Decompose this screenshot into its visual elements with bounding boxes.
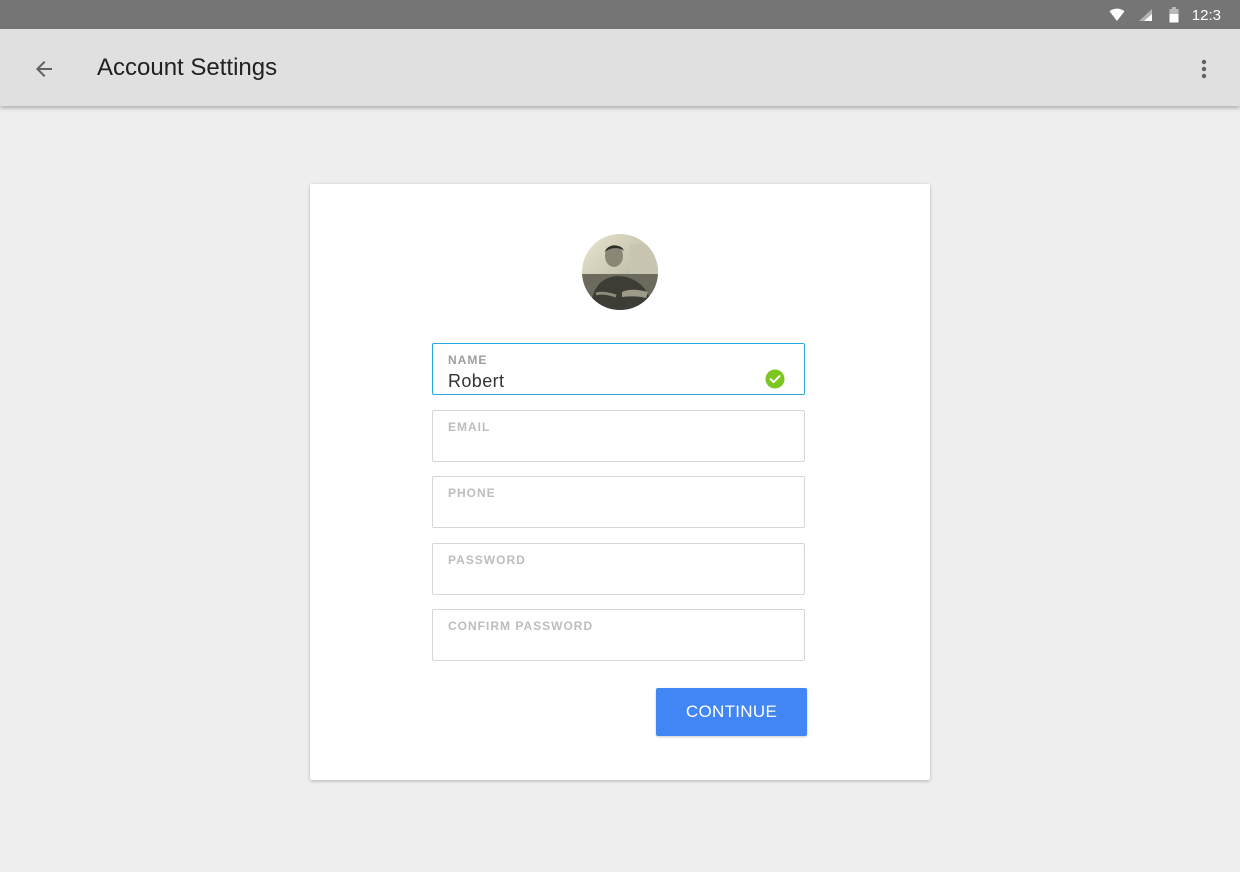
password-input[interactable] <box>448 570 748 592</box>
email-field[interactable]: EMAIL <box>432 410 805 462</box>
status-bar: 12:3 <box>0 0 1240 29</box>
more-options-button[interactable] <box>1186 51 1222 87</box>
check-circle-icon <box>765 369 785 389</box>
cell-signal-icon <box>1138 0 1153 29</box>
status-time: 12:3 <box>1191 7 1221 24</box>
avatar[interactable] <box>582 234 658 310</box>
phone-field[interactable]: PHONE <box>432 476 805 528</box>
account-form-card: NAME EMAIL PHONE PASSWORD CONFIRM PASSWO… <box>310 184 930 780</box>
app-bar: Account Settings <box>0 29 1240 106</box>
email-field-label: EMAIL <box>448 420 491 434</box>
phone-input[interactable] <box>448 503 748 525</box>
name-input[interactable] <box>448 370 748 392</box>
name-field[interactable]: NAME <box>432 343 805 395</box>
more-vert-icon <box>1201 59 1207 79</box>
confirm-password-field-label: CONFIRM PASSWORD <box>448 619 594 633</box>
page-title: Account Settings <box>97 54 278 81</box>
email-input[interactable] <box>448 437 748 459</box>
phone-field-label: PHONE <box>448 486 496 500</box>
battery-icon <box>1169 0 1179 29</box>
continue-button[interactable]: CONTINUE <box>656 688 807 736</box>
wifi-icon <box>1109 0 1125 29</box>
password-field[interactable]: PASSWORD <box>432 543 805 595</box>
password-field-label: PASSWORD <box>448 553 526 567</box>
confirm-password-input[interactable] <box>448 636 748 658</box>
arrow-back-icon <box>36 61 52 77</box>
confirm-password-field[interactable]: CONFIRM PASSWORD <box>432 609 805 661</box>
profile-photo <box>582 234 658 310</box>
name-field-label: NAME <box>448 353 488 367</box>
back-button[interactable] <box>26 51 62 87</box>
